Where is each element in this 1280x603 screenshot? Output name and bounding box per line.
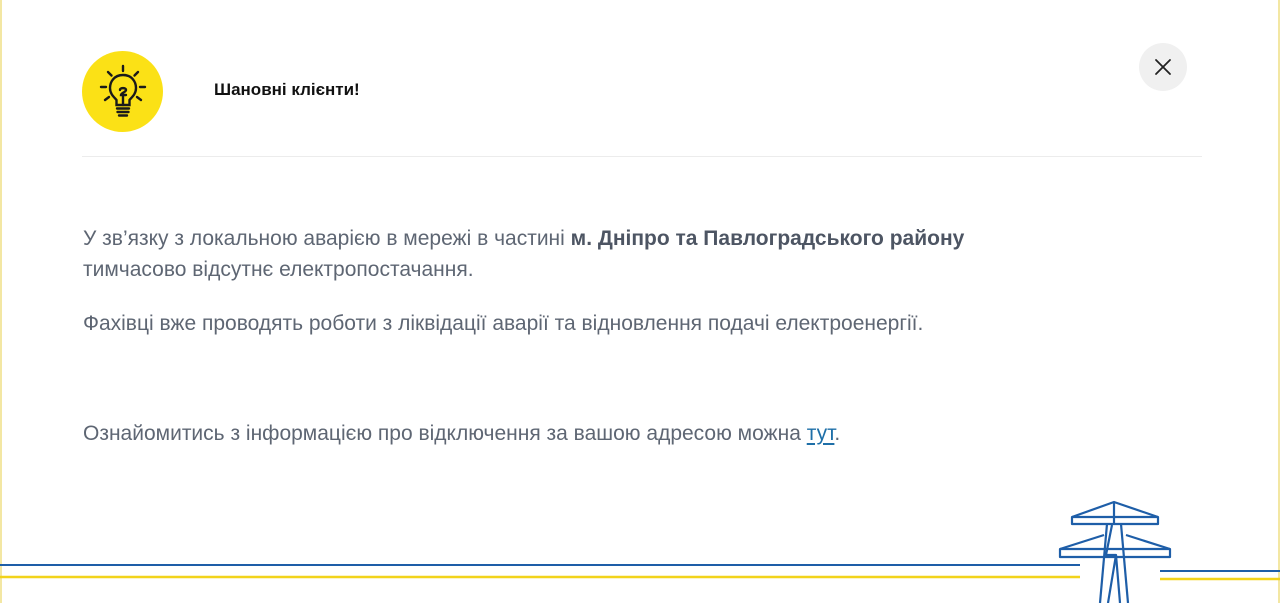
info-text-end: . (834, 422, 841, 445)
power-tower-icon (1058, 500, 1172, 603)
close-icon (1155, 59, 1171, 75)
outage-text: У зв’язку з локальною аварією в мережі в… (83, 227, 571, 250)
modal-header: Шановні клієнти! (82, 51, 1202, 133)
outage-paragraph: У зв’язку з локальною аварією в мережі в… (83, 223, 964, 285)
modal-title: Шановні клієнти! (214, 80, 360, 99)
info-paragraph: Ознайомитись з інформацією про відключен… (83, 418, 840, 449)
close-button[interactable] (1139, 43, 1187, 91)
info-text: Ознайомитись з інформацією про відключен… (83, 422, 807, 445)
outage-area: м. Дніпро та Павлоградського району (570, 227, 965, 250)
lightbulb-icon (82, 51, 163, 132)
footer-decoration (0, 500, 1280, 603)
info-link[interactable]: тут (807, 422, 835, 445)
repair-paragraph: Фахівці вже проводять роботи з ліквідаці… (83, 312, 924, 335)
outage-text-line2: тимчасово відсутнє електропостачання. (83, 258, 474, 281)
announcement-modal: Шановні клієнти! У зв’язку з локальною а… (0, 0, 1280, 603)
header-divider (82, 156, 1202, 157)
